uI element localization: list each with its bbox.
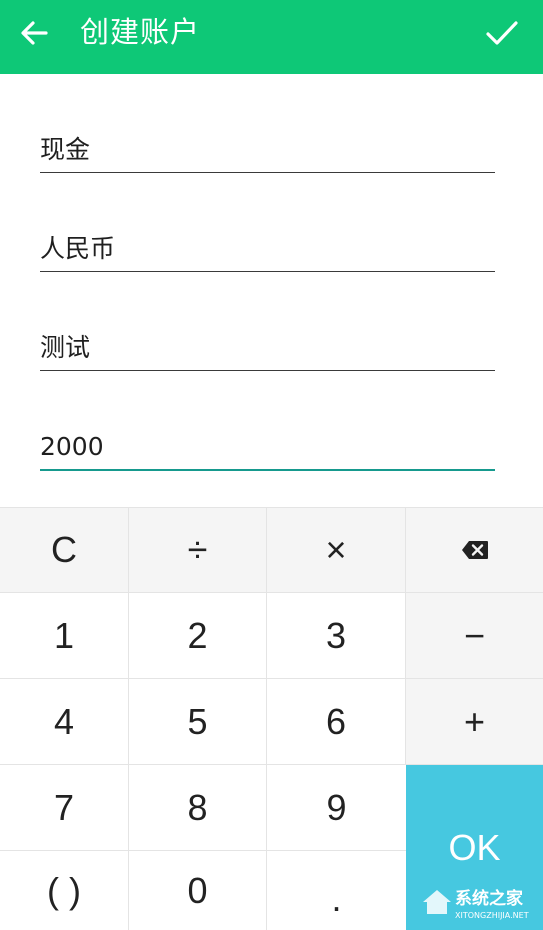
check-icon <box>486 21 518 45</box>
digit-5-label: 5 <box>187 700 208 742</box>
digit-4-label: 4 <box>53 700 75 742</box>
divide-key-label: ÷ <box>187 529 208 570</box>
note-value: 测试 <box>40 333 91 362</box>
account-name-field[interactable]: 现金 <box>40 128 495 173</box>
backspace-icon <box>461 541 488 559</box>
note-field[interactable]: 测试 <box>40 326 495 371</box>
parens-key[interactable]: ( ) <box>0 851 129 930</box>
digit-1-label: 1 <box>53 614 75 656</box>
currency-field[interactable]: 人民币 <box>40 227 495 272</box>
multiply-key[interactable]: × <box>267 507 406 593</box>
digit-9-label: 9 <box>326 786 347 828</box>
digit-8-key[interactable]: 8 <box>129 765 267 851</box>
digit-6-label: 6 <box>325 700 347 742</box>
digit-1-key[interactable]: 1 <box>0 593 129 679</box>
digit-7-key[interactable]: 7 <box>0 765 129 851</box>
backspace-key[interactable] <box>406 507 543 593</box>
arrow-left-icon <box>21 21 48 45</box>
parens-key-label: ( ) <box>47 869 81 911</box>
app-bar: 创建账户 <box>0 0 543 74</box>
clear-key[interactable]: C <box>0 507 129 593</box>
balance-value: 2000 <box>40 432 104 461</box>
currency-value: 人民币 <box>40 234 116 263</box>
digit-0-label: 0 <box>187 869 208 911</box>
svg-text:系统之家: 系统之家 <box>455 888 523 909</box>
digit-5-key[interactable]: 5 <box>129 679 267 765</box>
account-name-value: 现金 <box>40 135 91 164</box>
watermark-logo: 系统之家 XITONGZHIJIA.NET <box>417 880 537 924</box>
digit-4-key[interactable]: 4 <box>0 679 129 765</box>
plus-key-label: + <box>463 700 486 742</box>
ok-button-label: OK <box>448 826 501 868</box>
plus-key[interactable]: + <box>406 679 543 765</box>
digit-7-label: 7 <box>53 786 75 828</box>
calculator-keypad: C ÷ × 1 2 3 − 4 5 6 + 7 8 9 () 0 . OK <box>0 507 543 930</box>
divide-key[interactable]: ÷ <box>129 507 267 593</box>
digit-3-key[interactable]: 3 <box>267 593 406 679</box>
svg-text:XITONGZHIJIA.NET: XITONGZHIJIA.NET <box>455 911 529 920</box>
digit-3-label: 3 <box>325 614 347 656</box>
multiply-key-label: × <box>325 529 347 570</box>
digit-9-key[interactable]: 9 <box>267 765 406 851</box>
back-button[interactable] <box>18 17 50 49</box>
decimal-key-label: . <box>331 877 342 919</box>
digit-6-key[interactable]: 6 <box>267 679 406 765</box>
digit-2-label: 2 <box>187 614 208 656</box>
decimal-key[interactable]: . <box>267 851 406 930</box>
clear-key-label: C <box>51 529 77 570</box>
balance-field[interactable]: 2000 <box>40 425 495 471</box>
digit-8-label: 8 <box>187 786 208 828</box>
confirm-button[interactable] <box>485 16 519 50</box>
minus-key[interactable]: − <box>406 593 543 679</box>
digit-0-key[interactable]: 0 <box>129 851 267 930</box>
digit-2-key[interactable]: 2 <box>129 593 267 679</box>
house-logo-icon: 系统之家 XITONGZHIJIA.NET <box>423 888 529 920</box>
page-title: 创建账户 <box>80 15 201 49</box>
minus-key-label: − <box>463 614 486 656</box>
